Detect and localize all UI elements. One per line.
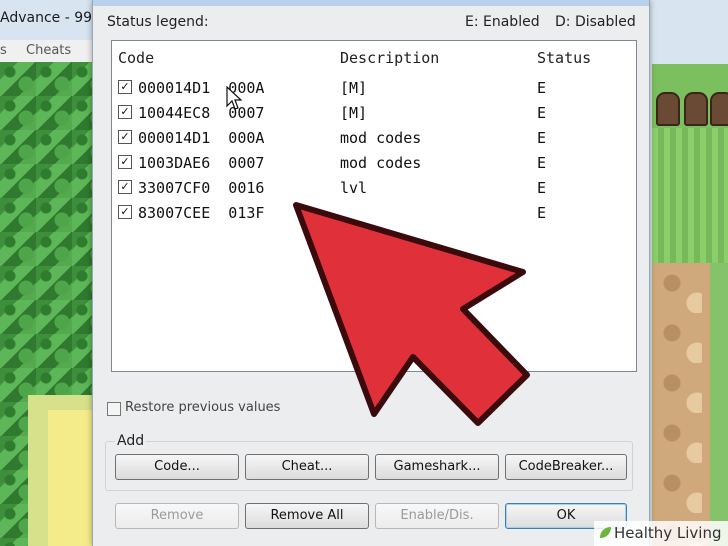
- cheat-list[interactable]: Code Description Status ✓ 000014D1 000A …: [111, 40, 637, 372]
- menu-item-partial[interactable]: s: [0, 43, 7, 58]
- cheat-code: 000014D1 000A: [138, 79, 265, 97]
- cheat-description: [M]: [340, 79, 368, 97]
- cheat-list-dialog: Status legend: E: Enabled D: Disabled Co…: [92, 0, 650, 546]
- cheat-enabled-checkbox[interactable]: ✓: [118, 205, 132, 219]
- watermark: Healthy Living: [594, 521, 728, 546]
- game-grass-edge: [710, 263, 728, 546]
- column-header-code[interactable]: Code: [118, 49, 154, 67]
- cheat-row[interactable]: ✓ 83007CEE 013F E: [112, 201, 636, 226]
- background-emulator-window-right: [648, 0, 728, 546]
- cheat-row[interactable]: ✓ 000014D1 000A [M] E: [112, 76, 636, 101]
- emulator-menu-bar: s Cheats: [0, 40, 92, 62]
- remove-button[interactable]: Remove: [115, 503, 239, 529]
- column-header-status[interactable]: Status: [537, 49, 591, 67]
- cheat-status: E: [537, 204, 547, 222]
- menu-item-cheats[interactable]: Cheats: [26, 43, 71, 58]
- add-codebreaker-button[interactable]: CodeBreaker...: [505, 454, 627, 480]
- cheat-code: 10044EC8 0007: [138, 104, 265, 122]
- cheat-description: [M]: [340, 104, 368, 122]
- cheat-enabled-checkbox[interactable]: ✓: [118, 155, 132, 169]
- tree-stump: [710, 92, 728, 126]
- cheat-description: mod codes: [340, 154, 422, 172]
- add-gameshark-button[interactable]: Gameshark...: [375, 454, 499, 480]
- cheat-code: 000014D1 000A: [138, 129, 265, 147]
- cheat-code: 83007CEE 013F: [138, 204, 265, 222]
- cheat-enabled-checkbox[interactable]: ✓: [118, 180, 132, 194]
- cheat-list-header: Code Description Status: [112, 41, 636, 75]
- restore-previous-values-label: Restore previous values: [125, 400, 281, 415]
- game-path-light: [48, 410, 92, 546]
- background-emulator-window-left: Advance - 99 s Cheats: [0, 0, 92, 546]
- mouse-cursor-icon: [226, 86, 242, 110]
- remove-all-button[interactable]: Remove All: [245, 503, 369, 529]
- legend-disabled: D: Disabled: [555, 14, 636, 30]
- cheat-enabled-checkbox[interactable]: ✓: [118, 130, 132, 144]
- cheat-status: E: [537, 179, 547, 197]
- status-legend-label: Status legend:: [107, 14, 209, 30]
- checkbox-box[interactable]: [107, 402, 121, 416]
- add-cheat-button[interactable]: Cheat...: [245, 454, 369, 480]
- cheat-row[interactable]: ✓ 1003DAE6 0007 mod codes E: [112, 151, 636, 176]
- game-grass-band: [652, 128, 728, 263]
- cheat-status: E: [537, 79, 547, 97]
- dialog-title-bar: [93, 0, 649, 6]
- cheat-row[interactable]: ✓ 10044EC8 0007 [M] E: [112, 101, 636, 126]
- emulator-window-title: Advance - 99: [0, 10, 92, 26]
- enable-disable-button[interactable]: Enable/Dis.: [375, 503, 499, 529]
- cheat-description: mod codes: [340, 129, 422, 147]
- tree-stump: [656, 92, 680, 126]
- cheat-row[interactable]: ✓ 33007CF0 0016 lvl E: [112, 176, 636, 201]
- cheat-enabled-checkbox[interactable]: ✓: [118, 80, 132, 94]
- cheat-code: 1003DAE6 0007: [138, 154, 265, 172]
- column-header-description[interactable]: Description: [340, 49, 439, 67]
- cheat-code: 33007CF0 0016: [138, 179, 265, 197]
- cheat-enabled-checkbox[interactable]: ✓: [118, 105, 132, 119]
- watermark-text: Healthy Living: [614, 524, 722, 542]
- cheat-status: E: [537, 104, 547, 122]
- add-group-label: Add: [115, 433, 147, 449]
- cheat-row[interactable]: ✓ 000014D1 000A mod codes E: [112, 126, 636, 151]
- cheat-status: E: [537, 154, 547, 172]
- add-code-button[interactable]: Code...: [115, 454, 239, 480]
- cheat-description: lvl: [340, 179, 368, 197]
- cheat-status: E: [537, 129, 547, 147]
- legend-enabled: E: Enabled: [465, 14, 540, 30]
- leaf-logo-icon: [600, 527, 611, 538]
- tree-stump: [684, 92, 708, 126]
